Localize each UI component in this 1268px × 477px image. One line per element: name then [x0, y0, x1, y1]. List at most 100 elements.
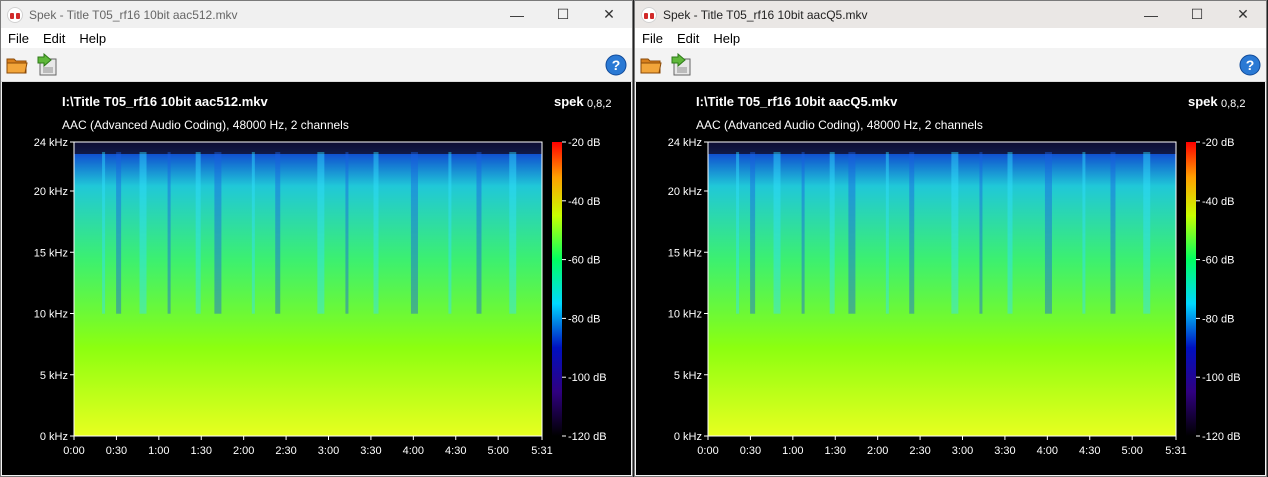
open-folder-icon[interactable] [639, 53, 663, 77]
spectrogram-panel: I:\Title T05_rf16 10bit aacQ5.mkv AAC (A… [636, 82, 1265, 475]
spectrogram-stripe [214, 152, 222, 314]
time-axis: 0:00 0:30 1:00 1:30 2:00 2:30 3:00 3:30 4:00 4:30… [63, 436, 553, 457]
db-tick-label: -80 dB [1202, 313, 1234, 325]
x-tick-label: 4:30 [1079, 445, 1100, 457]
x-tick-label: 2:30 [275, 445, 296, 457]
x-tick-label: 3:30 [360, 445, 381, 457]
x-tick-label: 0:30 [106, 445, 127, 457]
stream-info: AAC (Advanced Audio Coding), 48000 Hz, 2… [696, 118, 983, 132]
menu-file[interactable]: File [635, 31, 670, 46]
save-icon[interactable] [35, 53, 59, 77]
color-scale: -20 dB -40 dB -60 dB -80 dB -100 dB -120 dB [1186, 137, 1241, 443]
save-icon[interactable] [669, 53, 693, 77]
menu-bar: File Edit Help [635, 28, 1266, 48]
db-tick-label: -100 dB [1202, 372, 1241, 384]
spectrogram-stripe [345, 152, 349, 314]
spectrogram-stripe [317, 152, 325, 314]
color-bar [552, 142, 562, 436]
spectrogram-stripe [373, 152, 379, 314]
x-tick-label: 1:00 [148, 445, 169, 457]
y-tick-label: 10 kHz [668, 309, 702, 321]
x-tick-label: 4:00 [1037, 445, 1058, 457]
db-tick-label: -120 dB [1202, 431, 1241, 443]
help-icon[interactable]: ? [604, 53, 628, 77]
db-tick-label: -20 dB [568, 137, 600, 149]
spectrogram-plot [73, 141, 543, 437]
y-tick-label: 10 kHz [34, 309, 68, 321]
x-tick-label: 3:30 [994, 445, 1015, 457]
maximize-button[interactable]: ☐ [540, 1, 586, 28]
menu-edit[interactable]: Edit [670, 31, 706, 46]
x-tick-label: 4:30 [445, 445, 466, 457]
spectrogram-stripe [448, 152, 452, 314]
spectrogram-stripe [848, 152, 856, 314]
x-tick-label: 5:00 [487, 445, 508, 457]
db-tick-label: -100 dB [568, 372, 607, 384]
spectrogram-stripe [801, 152, 805, 314]
menu-help[interactable]: Help [72, 31, 113, 46]
db-tick-label: -80 dB [568, 313, 600, 325]
spectrogram-stripe [410, 152, 418, 314]
y-tick-label: 15 kHz [34, 247, 68, 259]
spectrogram-stripe [509, 152, 517, 314]
x-tick-label: 2:00 [233, 445, 254, 457]
version-label: 0,8,2 [587, 98, 611, 110]
brand-label: spek [554, 94, 584, 109]
db-tick-label: -40 dB [1202, 196, 1234, 208]
time-axis: 0:00 0:30 1:00 1:30 2:00 2:30 3:00 3:30 4:00 4:30… [697, 436, 1187, 457]
menu-edit[interactable]: Edit [36, 31, 72, 46]
x-tick-label: 4:00 [403, 445, 424, 457]
file-path: I:\Title T05_rf16 10bit aacQ5.mkv [696, 94, 898, 109]
y-tick-label: 20 kHz [34, 186, 68, 198]
y-tick-label: 5 kHz [40, 370, 68, 382]
spectrogram-stripe [829, 152, 835, 314]
spectrogram-stripe [251, 152, 255, 314]
help-icon[interactable]: ? [1238, 53, 1262, 77]
db-tick-label: -20 dB [1202, 137, 1234, 149]
version-label: 0,8,2 [1221, 98, 1245, 110]
spectrogram-stripe [139, 152, 147, 314]
toolbar: ? [1, 48, 632, 82]
spectrogram-stripe [102, 152, 106, 314]
close-button[interactable]: ✕ [586, 1, 632, 28]
close-button[interactable]: ✕ [1220, 1, 1266, 28]
spectrogram-stripe [750, 152, 756, 314]
color-bar [1186, 142, 1196, 436]
menu-help[interactable]: Help [706, 31, 747, 46]
toolbar: ? [635, 48, 1266, 82]
window-title: Spek - Title T05_rf16 10bit aac512.mkv [29, 7, 238, 22]
minimize-button[interactable]: — [1128, 1, 1174, 28]
title-bar[interactable]: Spek - Title T05_rf16 10bit aacQ5.mkv — … [635, 1, 1266, 28]
y-tick-label: 0 kHz [674, 431, 702, 443]
frequency-axis: 0 kHz 5 kHz 10 kHz 15 kHz 20 kHz 24 kHz [668, 137, 708, 443]
y-tick-label: 24 kHz [34, 137, 68, 149]
x-tick-label: 5:31 [1165, 445, 1186, 457]
db-tick-label: -40 dB [568, 196, 600, 208]
x-tick-label: 5:31 [531, 445, 552, 457]
spectrogram-svg: I:\Title T05_rf16 10bit aac512.mkv AAC (… [34, 94, 612, 457]
spectrogram-stripe [736, 152, 740, 314]
x-tick-label: 1:30 [191, 445, 212, 457]
title-bar[interactable]: Spek - Title T05_rf16 10bit aac512.mkv —… [1, 1, 632, 28]
frequency-axis: 0 kHz 5 kHz 10 kHz 15 kHz 20 kHz 24 kHz [34, 137, 74, 443]
menu-file[interactable]: File [1, 31, 36, 46]
menu-bar: File Edit Help [1, 28, 632, 48]
spectrogram-stripe [1044, 152, 1052, 314]
spectrogram-stripe [1082, 152, 1086, 314]
minimize-button[interactable]: — [494, 1, 540, 28]
spectrogram-panel: I:\Title T05_rf16 10bit aac512.mkv AAC (… [2, 82, 631, 475]
maximize-button[interactable]: ☐ [1174, 1, 1220, 28]
x-tick-label: 5:00 [1121, 445, 1142, 457]
x-tick-label: 3:00 [952, 445, 973, 457]
color-scale: -20 dB -40 dB -60 dB -80 dB -100 dB -120 dB [552, 137, 607, 443]
open-folder-icon[interactable] [5, 53, 29, 77]
y-tick-label: 15 kHz [668, 247, 702, 259]
x-tick-label: 0:30 [740, 445, 761, 457]
spectrogram-stripe [1143, 152, 1151, 314]
spectrogram-stripe [116, 152, 122, 314]
brand-label: spek [1188, 94, 1218, 109]
x-tick-label: 2:30 [909, 445, 930, 457]
spectrogram-stripe [476, 152, 482, 314]
window-title: Spek - Title T05_rf16 10bit aacQ5.mkv [663, 7, 868, 22]
spectrogram-plot [707, 141, 1177, 437]
